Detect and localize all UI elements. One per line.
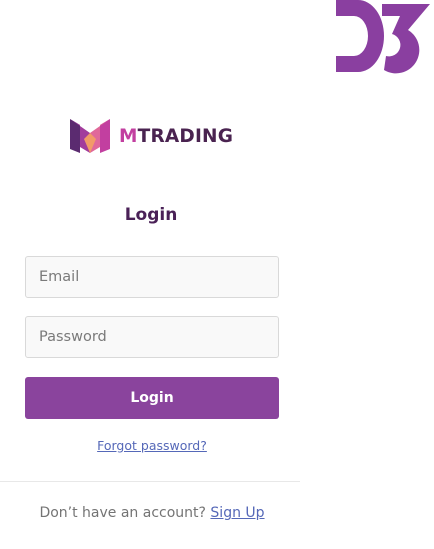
forgot-password-link[interactable]: Forgot password? [97, 438, 207, 453]
brand-name-rest: TRADING [137, 125, 234, 147]
signup-link[interactable]: Sign Up [210, 505, 264, 521]
password-input[interactable] [25, 316, 279, 358]
forgot-password-row: Forgot password? [0, 438, 304, 453]
signup-row: Don’t have an account? Sign Up [0, 505, 304, 521]
divider [0, 481, 300, 482]
page-title: Login [124, 205, 178, 225]
signup-prompt: Don’t have an account? [39, 505, 206, 521]
brand-name-m: M [119, 125, 138, 147]
email-input[interactable] [25, 256, 279, 298]
decorative-shape [336, 0, 430, 74]
mtrading-logo-icon [70, 119, 110, 153]
brand-name: MTRADING [119, 126, 233, 147]
brand-logo: MTRADING [70, 119, 233, 153]
login-button[interactable]: Login [25, 377, 279, 419]
